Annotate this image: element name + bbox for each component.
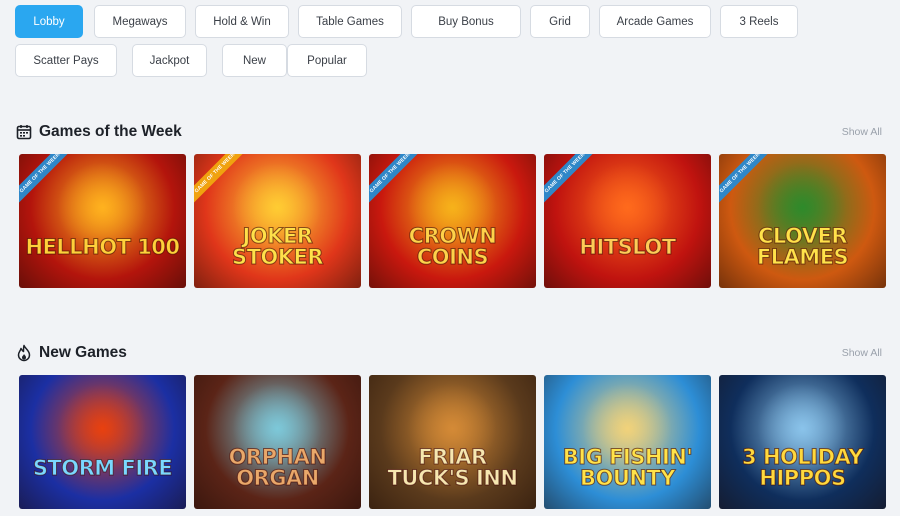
filter-chip-lobby[interactable]: Lobby — [15, 5, 83, 38]
game-card-joker-stoker[interactable]: Joker Stoker GAME OF THE WEEK — [194, 154, 361, 288]
game-title: 3 Holiday Hippos — [742, 445, 864, 490]
filter-chip-new[interactable]: New — [222, 44, 287, 77]
game-card-hellhot-100[interactable]: HellHot 100 GAME OF THE WEEK — [19, 154, 186, 288]
game-title: Crown Coins — [408, 224, 497, 269]
filter-chip-buy-bonus[interactable]: Buy Bonus — [411, 5, 521, 38]
game-title: Big Fishin' Bounty — [562, 445, 693, 490]
filter-chip-megaways[interactable]: Megaways — [94, 5, 186, 38]
filter-chip-arcade-games[interactable]: Arcade Games — [599, 5, 711, 38]
game-card-hitslot[interactable]: Hitslot GAME OF THE WEEK — [544, 154, 711, 288]
calendar-icon — [15, 123, 33, 141]
filter-chip-table-games[interactable]: Table Games — [298, 5, 402, 38]
game-title: Hitslot — [579, 234, 677, 259]
game-title: Friar Tuck's Inn — [387, 445, 518, 490]
games-of-the-week-header: Games of the Week Show All — [15, 120, 882, 144]
filter-chip-hold-win[interactable]: Hold & Win — [195, 5, 289, 38]
filter-chip-scatter-pays[interactable]: Scatter Pays — [15, 44, 117, 77]
flame-icon — [15, 344, 33, 362]
game-card-storm-fire[interactable]: Storm Fire — [19, 375, 186, 509]
new-games-row: Storm Fire Orphan Organ Friar Tuck's Inn Bi… — [19, 375, 887, 509]
game-card-3-holiday-hippos[interactable]: 3 Holiday Hippos — [719, 375, 886, 509]
filter-chip-grid[interactable]: Grid — [530, 5, 590, 38]
game-card-clover-flames[interactable]: Clover Flames GAME OF THE WEEK — [719, 154, 886, 288]
filter-chip-popular[interactable]: Popular — [287, 44, 367, 77]
filter-chip-3-reels[interactable]: 3 Reels — [720, 5, 798, 38]
game-card-big-fishin-bounty[interactable]: Big Fishin' Bounty — [544, 375, 711, 509]
game-title: Clover Flames — [756, 224, 849, 269]
show-all-link[interactable]: Show All — [842, 126, 882, 138]
section-title: New Games — [39, 344, 127, 361]
filter-chip-jackpot[interactable]: Jackpot — [132, 44, 207, 77]
games-of-the-week-row: HellHot 100 GAME OF THE WEEK Joker Stoker G… — [19, 154, 887, 288]
game-card-friar-tuck-s-inn[interactable]: Friar Tuck's Inn — [369, 375, 536, 509]
game-card-orphan-organ[interactable]: Orphan Organ — [194, 375, 361, 509]
game-title: Joker Stoker — [231, 224, 324, 269]
game-card-crown-coins[interactable]: Crown Coins GAME OF THE WEEK — [369, 154, 536, 288]
game-title: Storm Fire — [32, 455, 173, 480]
new-games-header: New Games Show All — [15, 341, 882, 365]
show-all-link[interactable]: Show All — [842, 347, 882, 359]
game-title: Orphan Organ — [228, 445, 327, 490]
section-title: Games of the Week — [39, 123, 182, 140]
game-title: HellHot 100 — [25, 234, 181, 259]
